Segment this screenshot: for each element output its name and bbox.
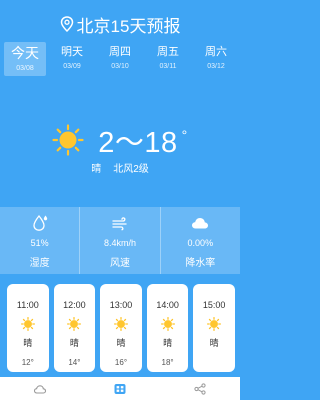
wind-info: 北风2级 xyxy=(113,164,149,175)
hourly-card: 14:00 晴 18° xyxy=(146,284,189,372)
sun-icon xyxy=(160,317,175,331)
day-tab-tomorrow[interactable]: 明天 03/09 xyxy=(48,42,96,76)
hour-time: 13:00 xyxy=(109,300,133,310)
hour-time: 12:00 xyxy=(63,300,86,310)
humidity-label: 湿度 xyxy=(29,258,50,269)
sun-icon xyxy=(20,317,35,331)
day-date: 03/09 xyxy=(63,63,81,70)
temperature-value: 2～18 xyxy=(98,127,178,159)
day-name: 明天 xyxy=(61,46,83,58)
hour-condition: 晴 xyxy=(163,338,173,348)
temperature-range: 2～18 ° xyxy=(98,119,188,161)
day-name: 周四 xyxy=(109,46,131,58)
day-name: 今天 xyxy=(11,45,39,61)
current-weather: 2～18 ° xyxy=(0,118,240,162)
hourly-forecast[interactable]: 11:00 晴 12° 12:00 晴 14° 13:00 晴 16° 14:0… xyxy=(7,284,240,372)
tab-weather[interactable] xyxy=(0,382,80,396)
hour-time: 14:00 xyxy=(156,300,179,310)
day-tab-friday[interactable]: 周五 03/11 xyxy=(144,42,192,76)
stat-humidity: 51% 湿度 xyxy=(0,207,81,274)
hourly-card: 13:00 晴 16° xyxy=(100,284,142,372)
hourly-card: 15:00 晴 xyxy=(193,284,235,372)
day-tabs: 今天 03/08 明天 03/09 周四 03/10 周五 03/11 周六 0… xyxy=(0,42,240,76)
hourly-card: 12:00 晴 14° xyxy=(53,284,96,372)
share-tab-icon xyxy=(194,382,206,395)
sun-icon xyxy=(207,317,222,331)
day-date: 03/10 xyxy=(111,63,129,70)
day-tab-saturday[interactable]: 周六 03/12 xyxy=(192,42,240,76)
hour-time: 11:00 xyxy=(16,300,39,310)
weather-tab-icon xyxy=(33,384,47,394)
day-tab-today[interactable]: 今天 03/08 xyxy=(4,42,46,76)
humidity-icon xyxy=(33,214,47,231)
wind-speed-label: 风速 xyxy=(109,258,130,269)
sun-icon xyxy=(113,317,128,331)
stat-wind-speed: 8.4km/h 风速 xyxy=(80,207,161,274)
weather-condition: 晴 xyxy=(91,164,102,175)
precipitation-value: 0.00% xyxy=(187,238,214,248)
bottom-tab-bar xyxy=(0,377,240,400)
grid-tab-icon xyxy=(114,383,126,394)
stats-panel: 51% 湿度 8.4km/h 风速 0.00% 降水率 xyxy=(0,207,240,274)
hour-condition: 晴 xyxy=(23,338,33,348)
tab-share[interactable] xyxy=(160,382,240,396)
day-name: 周六 xyxy=(205,46,227,58)
location-pin-icon xyxy=(60,16,73,32)
hour-condition: 晴 xyxy=(209,338,219,348)
page-title: 北京15天预报 xyxy=(76,16,181,36)
hour-temperature: 16° xyxy=(114,358,128,367)
day-tab-thursday[interactable]: 周四 03/10 xyxy=(96,42,144,76)
day-date: 03/12 xyxy=(207,63,225,70)
hour-temperature: 18° xyxy=(161,358,174,367)
sun-icon xyxy=(67,317,82,331)
day-name: 周五 xyxy=(157,46,179,58)
day-date: 03/08 xyxy=(16,65,34,72)
hour-time: 15:00 xyxy=(202,300,226,310)
hour-temperature: 12° xyxy=(21,358,34,367)
cloud-icon xyxy=(192,218,209,229)
degree-symbol: ° xyxy=(181,127,188,143)
hour-condition: 晴 xyxy=(69,338,79,348)
humidity-value: 51% xyxy=(30,238,49,248)
sun-icon xyxy=(52,124,84,156)
wind-icon xyxy=(112,217,127,231)
page-header: 北京15天预报 xyxy=(0,12,240,36)
wind-speed-value: 8.4km/h xyxy=(103,238,136,248)
precipitation-label: 降水率 xyxy=(185,258,216,269)
hour-temperature: 14° xyxy=(68,358,81,367)
hourly-card: 11:00 晴 12° xyxy=(7,284,49,372)
hour-condition: 晴 xyxy=(116,338,126,348)
tab-grid[interactable] xyxy=(80,382,160,396)
day-date: 03/11 xyxy=(159,63,177,70)
stat-precipitation: 0.00% 降水率 xyxy=(161,207,240,274)
current-description: 晴 北风2级 xyxy=(0,160,240,175)
